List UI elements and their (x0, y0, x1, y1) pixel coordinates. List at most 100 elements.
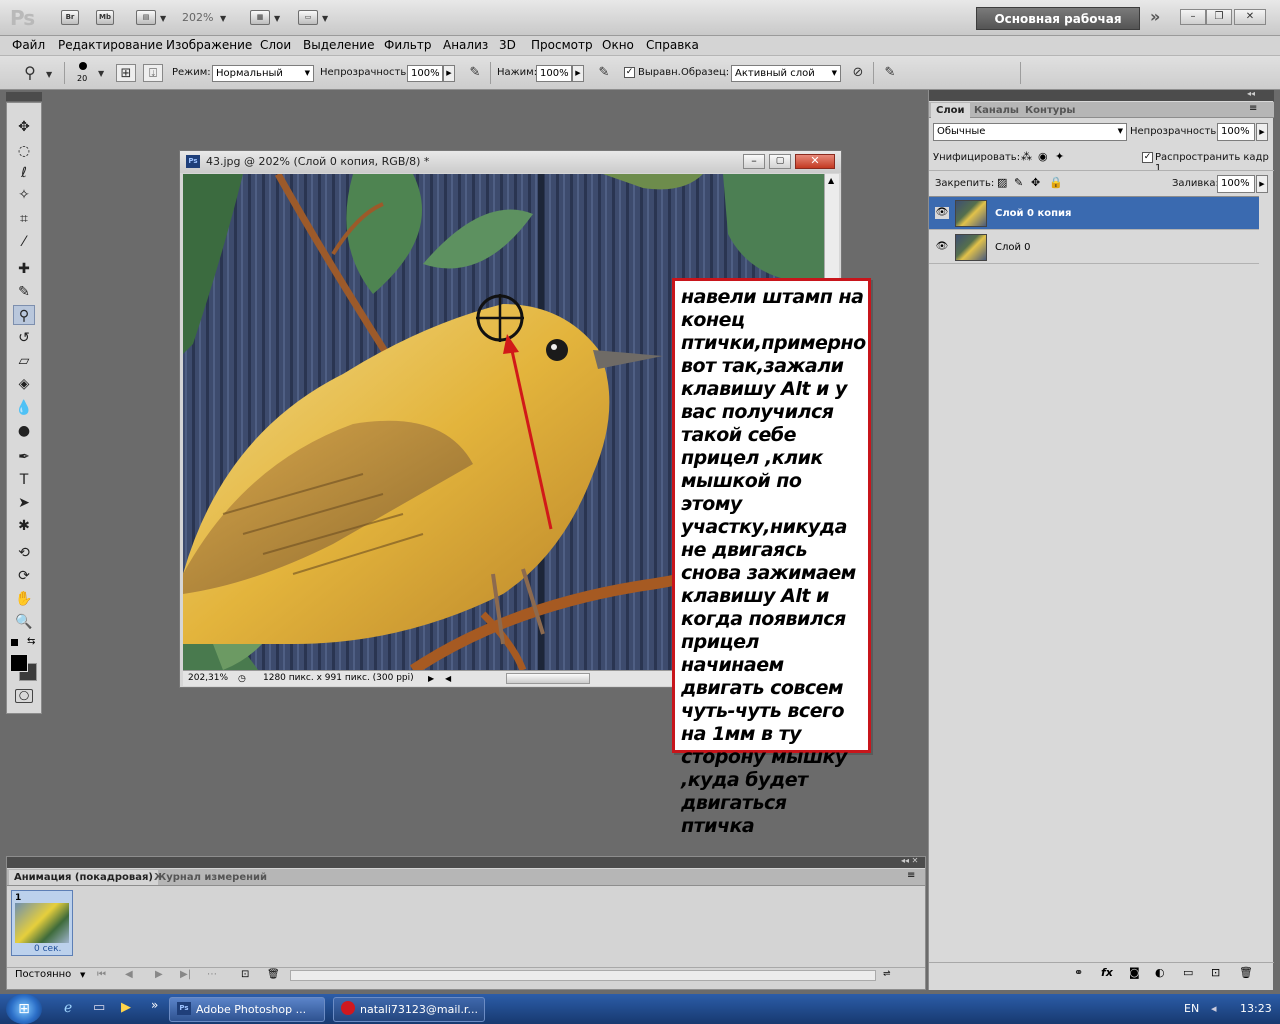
healing-brush-tool-icon[interactable]: ✚ (13, 259, 35, 279)
move-tool-icon[interactable]: ✥ (13, 117, 35, 137)
media-player-icon[interactable]: ▶ (121, 1000, 131, 1015)
tools-panel-header[interactable] (6, 92, 42, 101)
menu-help[interactable]: Справка (646, 38, 699, 52)
chevron-right-icon[interactable]: ▶ (428, 672, 434, 686)
unify-style-icon[interactable]: ✦ (1055, 150, 1064, 163)
taskbar-item-opera[interactable]: natali73123@mail.r... (333, 997, 485, 1022)
menu-3d[interactable]: 3D (499, 38, 516, 52)
eyedropper-tool-icon[interactable]: ⁄ (13, 232, 35, 252)
minimize-icon[interactable]: – (743, 154, 765, 169)
layer-row[interactable]: 👁 Слой 0 копия (929, 197, 1259, 230)
blend-mode-select[interactable]: Обычные (933, 123, 1127, 141)
start-button[interactable]: ⊞ (6, 994, 42, 1024)
internet-explorer-icon[interactable]: ℯ (64, 1000, 72, 1016)
workspace-switcher[interactable]: Основная рабочая среда (976, 7, 1140, 49)
fill-input[interactable]: 100% (1217, 175, 1255, 193)
tab-channels[interactable]: Каналы (969, 103, 1024, 118)
horizontal-scrollbar[interactable] (290, 970, 876, 981)
document-title-bar[interactable]: Ps 43.jpg @ 202% (Слой 0 копия, RGB/8) *… (180, 151, 841, 173)
panel-dock-header[interactable]: ◂◂ ✕ (7, 856, 925, 868)
tab-measurement-log[interactable]: Журнал измерений (149, 870, 272, 885)
clone-source-icon[interactable]: ⍗ (143, 64, 163, 82)
panel-dock-header[interactable]: ◂◂ (929, 89, 1274, 101)
loop-select[interactable]: Постоянно (15, 969, 71, 980)
swap-colors-icon[interactable]: ⇆ (27, 636, 35, 647)
adjustment-layer-icon[interactable]: ◐ (1155, 966, 1165, 979)
pressure-size-icon[interactable]: ✎ (880, 64, 900, 82)
quick-selection-tool-icon[interactable]: ✧ (13, 185, 35, 205)
menu-file[interactable]: Файл (12, 38, 45, 52)
mini-bridge-button[interactable]: Mb (96, 10, 114, 25)
chevron-right-icon[interactable]: ▶ (443, 65, 455, 82)
lasso-tool-icon[interactable]: ℓ (13, 163, 35, 183)
zoom-tool-icon[interactable]: 🔍 (13, 612, 35, 632)
delete-frame-icon[interactable]: 🗑 (267, 969, 280, 980)
menu-view[interactable]: Просмотр (531, 38, 593, 52)
type-tool-icon[interactable]: T (13, 470, 35, 490)
frame-delay[interactable]: 0 сек. (34, 944, 61, 954)
show-desktop-icon[interactable]: ▭ (93, 1000, 105, 1015)
panel-menu-icon[interactable]: ≡ (1249, 103, 1257, 114)
extras-icon[interactable]: ▤ (136, 10, 156, 25)
link-layers-icon[interactable]: ⚭ (1074, 966, 1083, 979)
aligned-checkbox[interactable]: ✓ (624, 67, 635, 78)
collapse-panel-icon[interactable]: ◂◂ ✕ (901, 856, 918, 865)
chevron-down-icon[interactable]: ▼ (322, 14, 328, 23)
opacity-input[interactable]: 100% (407, 65, 443, 82)
lock-all-icon[interactable]: 🔒 (1049, 176, 1063, 189)
language-indicator[interactable]: EN (1184, 1002, 1199, 1015)
menu-analysis[interactable]: Анализ (443, 38, 488, 52)
history-brush-tool-icon[interactable]: ↺ (13, 328, 35, 348)
chevron-right-icon[interactable]: ▶ (572, 65, 584, 82)
next-frame-icon[interactable]: ▶| (180, 969, 191, 980)
menu-image[interactable]: Изображение (166, 38, 252, 52)
timeline-mode-icon[interactable]: ⇌ (883, 969, 891, 979)
unify-visibility-icon[interactable]: ◉ (1038, 150, 1048, 163)
minimize-button[interactable]: – (1180, 9, 1206, 25)
tray-icon[interactable]: ◂ (1211, 1002, 1217, 1015)
taskbar-item-photoshop[interactable]: Adobe Photoshop ... (169, 997, 325, 1022)
blur-tool-icon[interactable]: 💧 (13, 398, 35, 418)
chevron-down-icon[interactable]: ▼ (46, 70, 52, 79)
collapse-panel-icon[interactable]: ◂◂ (1247, 89, 1255, 98)
new-group-icon[interactable]: ▭ (1183, 966, 1193, 979)
previous-frame-icon[interactable]: ◀ (125, 969, 133, 980)
pen-tool-icon[interactable]: ✒ (13, 447, 35, 467)
shape-tool-icon[interactable]: ✱ (13, 516, 35, 536)
chevron-down-icon[interactable]: ▼ (274, 14, 280, 23)
hand-tool-icon[interactable]: ✋ (13, 589, 35, 609)
first-frame-icon[interactable]: ⏮ (97, 969, 106, 980)
zoom-readout[interactable]: 202,31% (188, 671, 228, 685)
layer-style-icon[interactable]: fx (1101, 966, 1113, 979)
delete-layer-icon[interactable]: 🗑 (1239, 966, 1253, 979)
chevron-down-icon[interactable]: ▼ (160, 14, 166, 23)
brush-panel-icon[interactable]: ⊞ (116, 64, 136, 82)
more-workspaces-icon[interactable]: » (1150, 7, 1160, 26)
tab-animation[interactable]: Анимация (покадровая) (9, 870, 158, 885)
brush-tool-icon[interactable]: ✎ (13, 282, 35, 302)
chevron-right-icon[interactable]: ▶ (1256, 175, 1268, 193)
layer-row[interactable]: 👁 Слой 0 (929, 231, 1259, 264)
lock-position-icon[interactable]: ✥ (1031, 176, 1040, 189)
quick-launch-more-icon[interactable]: » (151, 998, 158, 1012)
duplicate-frame-icon[interactable]: ⊡ (241, 969, 249, 980)
pressure-opacity-icon[interactable]: ✎ (465, 64, 485, 82)
zoom-level[interactable]: 202% (182, 11, 213, 24)
tween-icon[interactable]: ⋯ (207, 969, 217, 980)
tab-layers[interactable]: Слои (931, 103, 970, 118)
menu-layer[interactable]: Слои (260, 38, 291, 52)
restore-button[interactable]: ❐ (1206, 9, 1232, 25)
chevron-left-icon[interactable]: ◀ (445, 672, 451, 686)
mode-select[interactable]: Нормальный (212, 65, 314, 82)
maximize-icon[interactable]: ▢ (769, 154, 791, 169)
layer-opacity-input[interactable]: 100% (1217, 123, 1255, 141)
paint-bucket-tool-icon[interactable]: ◈ (13, 374, 35, 394)
scroll-up-icon[interactable]: ▲ (828, 176, 834, 185)
eye-icon[interactable]: 👁 (935, 207, 949, 219)
chevron-down-icon[interactable]: ▼ (80, 971, 85, 979)
crop-tool-icon[interactable]: ⌗ (13, 209, 35, 229)
add-mask-icon[interactable]: ◙ (1129, 966, 1140, 979)
chevron-down-icon[interactable]: ▼ (220, 14, 226, 23)
sample-select[interactable]: Активный слой (731, 65, 841, 82)
menu-edit[interactable]: Редактирование (58, 38, 163, 52)
